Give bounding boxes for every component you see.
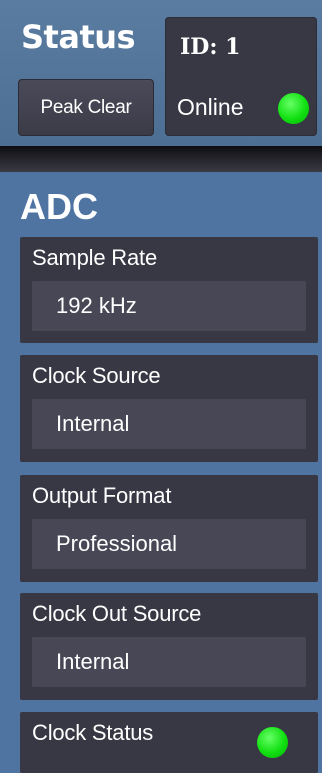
online-indicator-icon xyxy=(278,93,309,124)
clock-status-indicator-icon xyxy=(257,727,288,758)
output-format-select[interactable]: Professional xyxy=(32,519,306,569)
clock-out-source-label: Clock Out Source xyxy=(32,601,202,626)
clock-out-source-select[interactable]: Internal xyxy=(32,637,306,687)
sample-rate-label: Sample Rate xyxy=(32,245,157,270)
clock-out-source-card: Clock Out Source Internal xyxy=(20,593,318,700)
clock-source-select[interactable]: Internal xyxy=(32,399,306,449)
clock-status-label: Clock Status xyxy=(32,720,154,745)
clock-source-label: Clock Source xyxy=(32,363,161,388)
status-section: Status Peak Clear ID: 1 Online xyxy=(0,0,322,146)
sample-rate-card: Sample Rate 192 kHz xyxy=(20,237,318,343)
output-format-card: Output Format Professional xyxy=(20,475,318,582)
clock-status-card: Clock Status xyxy=(20,712,318,773)
section-divider xyxy=(0,146,322,172)
clock-source-card: Clock Source Internal xyxy=(20,355,318,462)
sample-rate-select[interactable]: 192 kHz xyxy=(32,281,306,331)
control-panel: Status Peak Clear ID: 1 Online ADC Sampl… xyxy=(0,0,322,773)
online-label: Online xyxy=(177,94,244,120)
adc-title: ADC xyxy=(20,186,98,227)
peak-clear-button[interactable]: Peak Clear xyxy=(18,79,154,136)
device-id-box: ID: 1 Online xyxy=(165,17,317,136)
status-title: Status xyxy=(21,18,136,56)
device-id-label: ID: 1 xyxy=(180,34,241,60)
output-format-label: Output Format xyxy=(32,483,172,508)
adc-section: ADC Sample Rate 192 kHz Clock Source Int… xyxy=(0,172,322,773)
